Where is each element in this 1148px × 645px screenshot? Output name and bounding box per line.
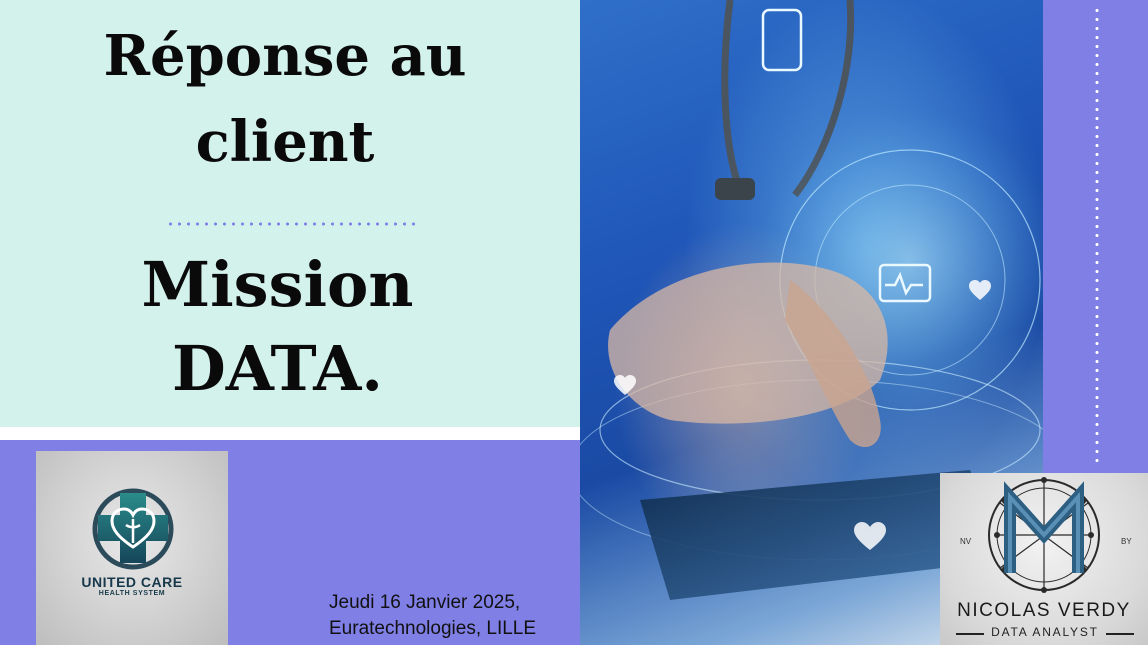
vertical-dotted-line	[1095, 6, 1099, 466]
analyst-logo: NV BY NICOLAS VERDY DATA ANALYST	[940, 473, 1148, 645]
divider-band	[0, 427, 580, 440]
analyst-role: DATA ANALYST	[991, 625, 1099, 639]
analyst-name: NICOLAS VERDY	[957, 600, 1131, 621]
dotted-divider	[166, 222, 418, 226]
slide-title: Réponse au client	[0, 26, 570, 172]
event-location: Euratechnologies, LILLE	[329, 618, 537, 639]
analyst-initials-right: BY	[1121, 537, 1132, 546]
role-rule-right	[1106, 633, 1134, 635]
slide-subtitle-line-2: DATA.	[172, 332, 383, 405]
medical-cross-heart-icon	[92, 488, 174, 570]
client-brand-name: UNITED CARE	[81, 574, 183, 590]
slide-title-line-1: Réponse au	[103, 23, 467, 89]
event-date: Jeudi 16 Janvier 2025,	[329, 592, 521, 613]
client-logo: UNITED CARE HEALTH SYSTEM	[36, 451, 228, 645]
slide-title-line-2: client	[195, 109, 375, 175]
analyst-role-row: DATA ANALYST	[950, 625, 1140, 641]
client-brand-tagline: HEALTH SYSTEM	[98, 590, 166, 597]
event-info: Jeudi 16 Janvier 2025, Euratechnologies,…	[329, 590, 577, 642]
slide-subtitle: Mission DATA.	[0, 254, 555, 400]
analyst-initials-left: NV	[960, 537, 972, 546]
network-monogram-icon	[988, 477, 1100, 593]
slide-subtitle-line-1: Mission	[141, 248, 414, 321]
